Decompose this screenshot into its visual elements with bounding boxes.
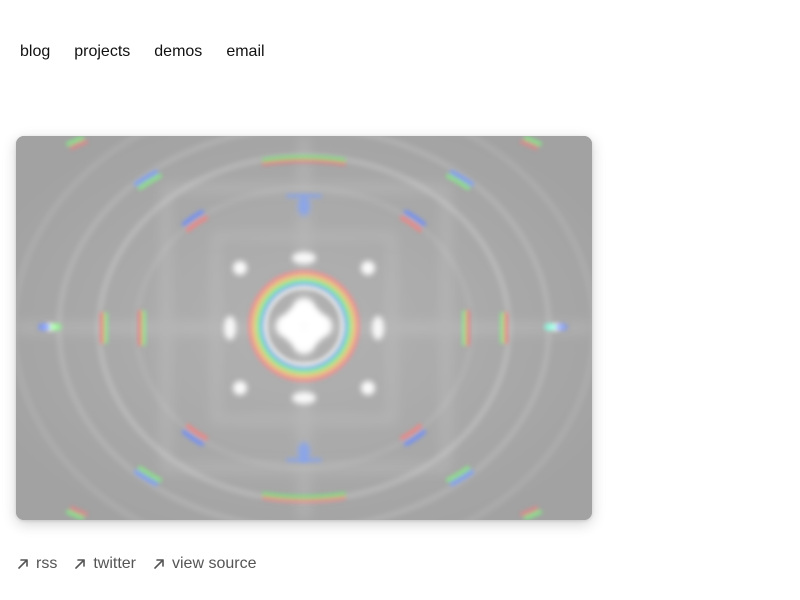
footer-link-twitter[interactable]: twitter	[73, 554, 136, 574]
footer-link-view-source[interactable]: view source	[152, 554, 256, 574]
nav-link-blog[interactable]: blog	[20, 42, 50, 62]
arrow-up-right-icon	[152, 557, 166, 571]
diffraction-pattern-image	[16, 136, 592, 520]
nav-link-email[interactable]: email	[226, 42, 264, 62]
arrow-up-right-icon	[16, 557, 30, 571]
footer-link-rss[interactable]: rss	[16, 554, 57, 574]
footer-links: rss twitter view source	[16, 554, 272, 574]
nav-link-projects[interactable]: projects	[74, 42, 130, 62]
nav-link-demos[interactable]: demos	[154, 42, 202, 62]
arrow-up-right-icon	[73, 557, 87, 571]
footer-link-label: view source	[172, 555, 257, 572]
hero-image	[16, 136, 592, 520]
footer-link-label: twitter	[93, 555, 136, 572]
page: blog projects demos email rss twitter vi…	[0, 0, 800, 600]
top-nav: blog projects demos email	[20, 42, 289, 62]
footer-link-label: rss	[36, 555, 58, 572]
